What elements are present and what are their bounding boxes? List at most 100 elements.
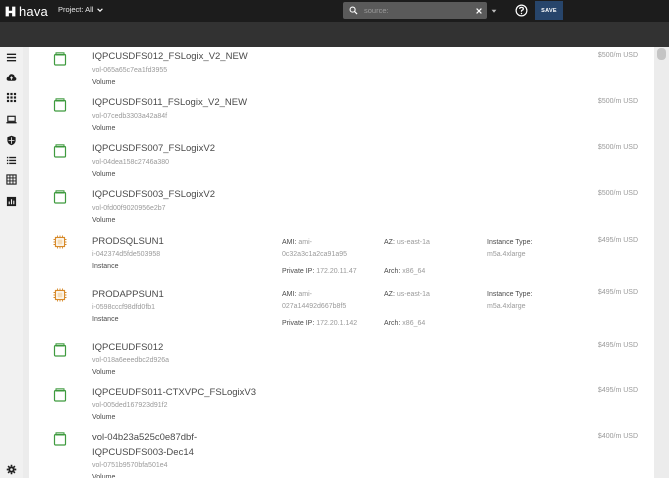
ami-value-line1: ami- [298, 239, 312, 246]
list-item[interactable]: IQPCEUDFS011-CTXVPC_FSLogixV3 vol-005ded… [29, 386, 654, 435]
ami-field: AMI: ami- [282, 291, 312, 298]
sidebar-item-list[interactable] [4, 153, 19, 168]
brand-name: hava [19, 3, 48, 19]
scrollbar[interactable] [654, 47, 669, 478]
apps-grid-icon [6, 92, 17, 103]
volume-icon [53, 52, 67, 66]
resource-price: $495/m USD [597, 237, 638, 244]
top-bar: hava Project: All SAVE [0, 0, 669, 22]
volume-icon [53, 432, 67, 446]
list-item[interactable]: IQPCEUDFS012 vol-018a6eeedbc2d926a Volum… [29, 341, 654, 388]
resource-name[interactable]: IQPCUSDFS007_FSLogixV2 [92, 142, 215, 155]
gear-icon [6, 464, 17, 475]
sidebar-item-table[interactable] [4, 172, 19, 187]
clear-search-icon[interactable] [475, 7, 483, 15]
az-field: AZ: us-east-1a [384, 291, 430, 298]
resource-price: $400/m USD [597, 433, 638, 440]
resource-type: Instance [92, 316, 119, 323]
security-shield-icon [7, 135, 16, 146]
sidebar-item-apps[interactable] [4, 90, 19, 105]
bar-chart-icon [6, 196, 17, 207]
list-item[interactable]: IQPCUSDFS007_FSLogixV2 vol-04dea158c2746… [29, 139, 654, 185]
resource-name[interactable]: PRODAPPSUN1 [92, 288, 164, 301]
resource-name[interactable]: IQPCUSDFS012_FSLogix_V2_NEW [92, 50, 248, 63]
help-icon[interactable] [515, 4, 528, 17]
search-options-caret-icon[interactable] [491, 8, 497, 14]
laptop-icon [6, 115, 17, 124]
az-label: AZ: [384, 291, 395, 298]
list-item[interactable]: PRODSQLSUN1 i-042374d5fde503958 Instance… [29, 232, 654, 288]
sidebar-item-menu[interactable] [4, 50, 19, 65]
search-box [343, 2, 487, 19]
list-icon [6, 156, 17, 165]
volume-icon [53, 190, 67, 204]
resource-name[interactable]: IQPCEUDFS011-CTXVPC_FSLogixV3 [92, 386, 256, 399]
resource-price: $500/m USD [597, 144, 638, 151]
az-field: AZ: us-east-1a [384, 239, 430, 246]
arch-value: x86_64 [402, 268, 426, 275]
sidebar-item-cloud[interactable] [4, 70, 19, 85]
resource-type: Volume [92, 79, 116, 86]
sidebar-item-computer[interactable] [4, 112, 19, 127]
search-icon [349, 6, 358, 15]
resource-name[interactable]: IQPCUSDFS003_FSLogixV2 [92, 188, 215, 201]
instance-type-label: Instance Type: [487, 239, 533, 246]
sidebar-item-reports[interactable] [4, 194, 19, 209]
private-ip-value: 172.20.11.47 [316, 268, 357, 275]
resource-price: $495/m USD [597, 342, 638, 349]
resource-price: $495/m USD [597, 387, 638, 394]
search-input[interactable] [358, 6, 475, 15]
toolbar-band [0, 22, 669, 47]
volume-icon [53, 388, 67, 402]
resource-type: Volume [92, 125, 116, 132]
instance-type-value: m5a.4xlarge [487, 251, 526, 258]
resource-name-line2[interactable]: IQPCUSDFS003-Dec14 [92, 446, 194, 459]
resource-type: Volume [92, 369, 116, 376]
arch-label: Arch: [384, 320, 401, 327]
resource-price: $500/m USD [597, 98, 638, 105]
private-ip-label: Private IP: [282, 320, 315, 327]
ami-value-line1: ami- [298, 291, 312, 298]
instance-type-label: Instance Type: [487, 291, 533, 298]
project-selector[interactable]: Project: All [58, 5, 104, 14]
az-value: us-east-1a [396, 291, 430, 298]
private-ip-value: 172.20.1.142 [316, 320, 358, 327]
resource-price: $500/m USD [597, 190, 638, 197]
resource-type: Volume [92, 171, 116, 178]
instance-icon [53, 288, 67, 302]
sidebar-item-settings[interactable] [4, 462, 19, 477]
scrollbar-thumb[interactable] [657, 48, 666, 60]
ami-label: AMI: [282, 291, 297, 298]
resource-id: i-042374d5fde503958 [92, 251, 161, 258]
ami-value-line2: 027a14492d667b8f5 [282, 303, 347, 310]
private-ip-field: Private IP: 172.20.1.142 [282, 320, 357, 327]
resource-name[interactable]: IQPCEUDFS012 [92, 341, 163, 354]
sidebar [0, 47, 23, 478]
resource-id: vol-04dea158c2746a380 [92, 159, 170, 166]
sidebar-item-security[interactable] [4, 133, 19, 148]
resource-id: vol-0fd00f9020956e2b7 [92, 205, 166, 212]
instance-type-value: m5a.4xlarge [487, 303, 526, 310]
ami-label: AMI: [282, 239, 297, 246]
az-label: AZ: [384, 239, 395, 246]
hava-logo[interactable]: hava [4, 3, 48, 19]
resource-name-line1[interactable]: vol-04b23a525c0e87dbf- [92, 431, 197, 444]
resource-id: vol-07cedb3303a42a84f [92, 113, 168, 120]
resource-price: $500/m USD [597, 52, 638, 59]
cloud-upload-icon [6, 74, 17, 81]
save-button[interactable]: SAVE [535, 1, 563, 20]
arch-value: x86_64 [402, 320, 426, 327]
private-ip-label: Private IP: [282, 268, 315, 275]
resource-name[interactable]: PRODSQLSUN1 [92, 235, 164, 248]
project-selector-label: Project: All [58, 5, 94, 14]
list-item[interactable]: vol-04b23a525c0e87dbf- IQPCUSDFS003-Dec1… [29, 432, 654, 478]
resource-id: vol-065a65c7ea1fd3955 [92, 67, 168, 74]
resource-list: IQPCUSDFS012_FSLogix_V2_NEW vol-065a65c7… [29, 47, 654, 478]
list-item[interactable]: IQPCUSDFS011_FSLogix_V2_NEW vol-07cedb33… [29, 93, 654, 139]
arch-field: Arch: x86_64 [384, 320, 425, 327]
list-item[interactable]: IQPCUSDFS012_FSLogix_V2_NEW vol-065a65c7… [29, 47, 654, 93]
resource-name[interactable]: IQPCUSDFS011_FSLogix_V2_NEW [92, 96, 247, 109]
resource-type: Instance [92, 263, 119, 270]
list-item[interactable]: PRODAPPSUN1 i-0598cccf98dfd0fb1 Instance… [29, 288, 654, 343]
list-item[interactable]: IQPCUSDFS003_FSLogixV2 vol-0fd00f9020956… [29, 185, 654, 232]
